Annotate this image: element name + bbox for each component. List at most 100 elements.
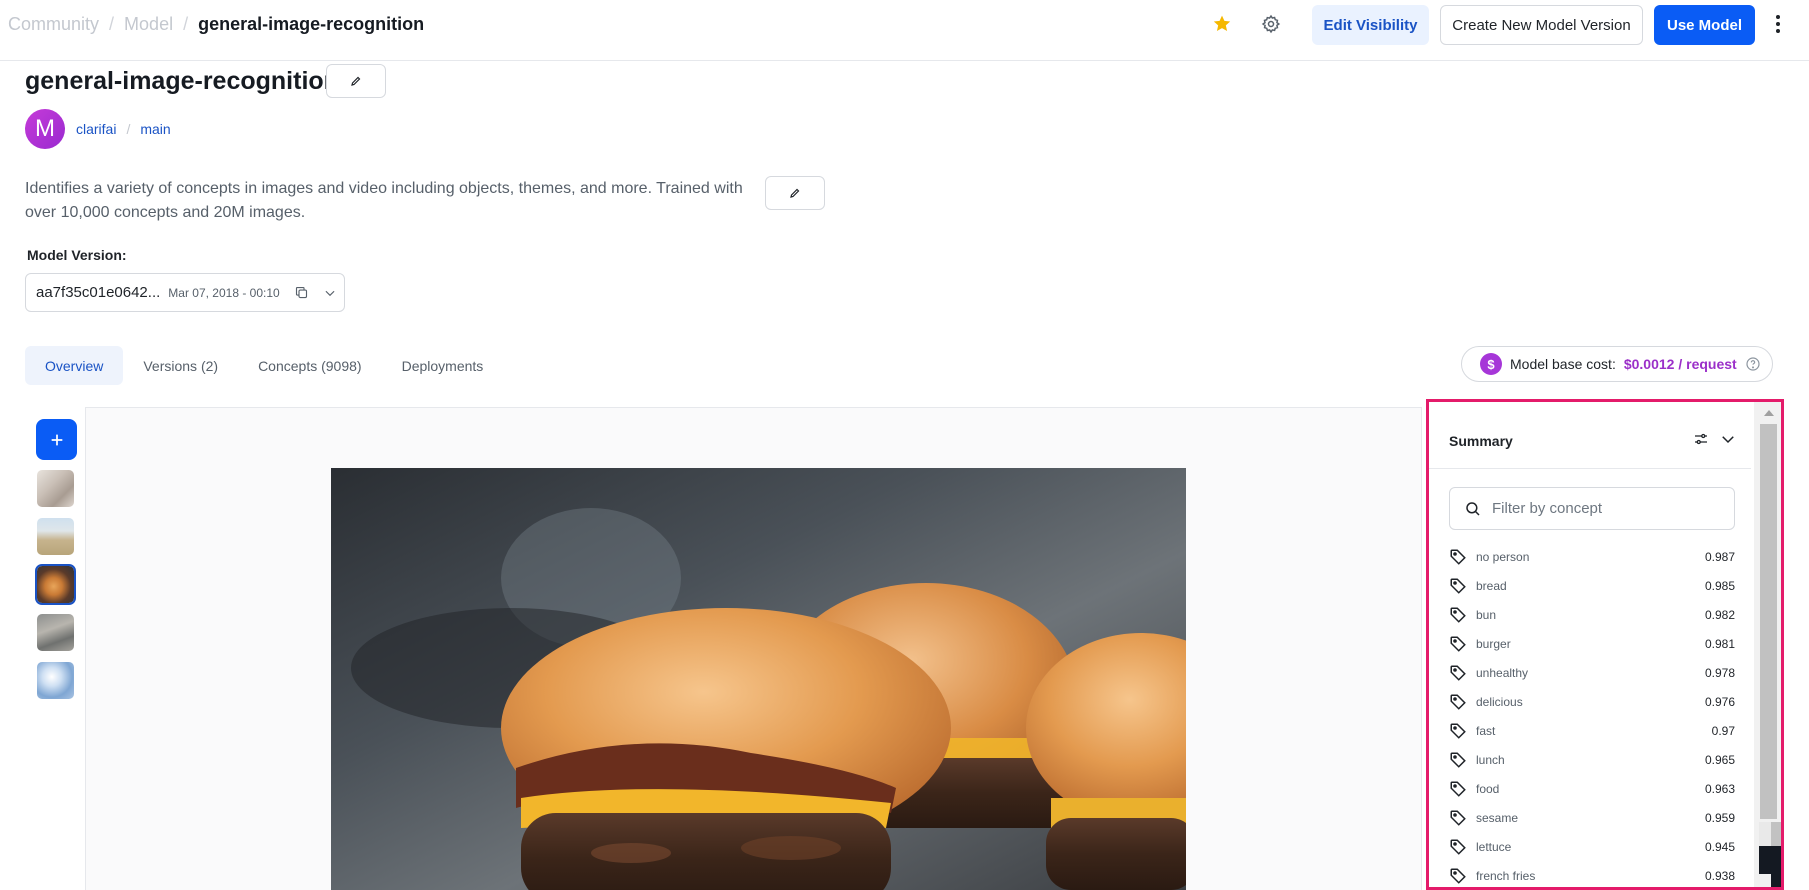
cost-value: $0.0012 / request: [1623, 356, 1737, 372]
page-title: general-image-recognition: [25, 67, 339, 95]
tab-bar: Overview Versions (2) Concepts (9098) De…: [25, 346, 503, 385]
concept-filter-field[interactable]: [1449, 487, 1735, 530]
concept-name: burger: [1476, 636, 1511, 651]
burger-photo: [331, 468, 1186, 890]
model-cost-pill: $ Model base cost: $0.0012 / request: [1461, 346, 1773, 382]
more-options-icon[interactable]: [1768, 10, 1788, 38]
model-version-select[interactable]: aa7f35c01e0642... Mar 07, 2018 - 00:10: [25, 273, 345, 312]
use-model-button[interactable]: Use Model: [1654, 5, 1755, 45]
thumbnail-interior[interactable]: [37, 470, 74, 507]
main-image: [331, 468, 1186, 890]
owner-breadcrumb: clarifai / main: [76, 121, 171, 137]
tag-icon: [1449, 548, 1467, 566]
tag-icon: [1449, 751, 1467, 769]
scrollbar-artifact: [1771, 822, 1781, 846]
concept-score: 0.965: [1704, 752, 1735, 767]
thumbnail-sky[interactable]: [37, 662, 74, 699]
tag-icon: [1449, 838, 1467, 856]
concept-list: no person 0.987 bread 0.985 bun 0.982 bu…: [1449, 542, 1735, 887]
concept-score: 0.959: [1704, 810, 1735, 825]
tag-icon: [1449, 780, 1467, 798]
list-item[interactable]: lettuce 0.945: [1449, 832, 1735, 861]
scrollbar-thumb[interactable]: [1760, 424, 1777, 819]
list-item[interactable]: lunch 0.965: [1449, 745, 1735, 774]
concept-name: food: [1476, 781, 1500, 796]
owner-link[interactable]: clarifai: [76, 121, 116, 137]
gear-icon[interactable]: [1257, 10, 1285, 38]
model-version-id: aa7f35c01e0642...: [36, 284, 161, 301]
scrollbar[interactable]: [1754, 402, 1784, 887]
help-icon[interactable]: [1745, 356, 1761, 372]
thumbnail-field[interactable]: [37, 518, 74, 555]
list-item[interactable]: bun 0.982: [1449, 600, 1735, 629]
list-item[interactable]: fast 0.97: [1449, 716, 1735, 745]
copy-icon[interactable]: [294, 285, 309, 300]
tab-versions[interactable]: Versions (2): [123, 346, 238, 385]
edit-visibility-button[interactable]: Edit Visibility: [1312, 5, 1429, 45]
concept-name: lettuce: [1476, 839, 1512, 854]
avatar[interactable]: M: [25, 109, 65, 149]
summary-title: Summary: [1449, 433, 1513, 449]
thumbnail-street[interactable]: [37, 614, 74, 651]
list-item[interactable]: french fries 0.938: [1449, 861, 1735, 887]
scrollbar-artifact: [1781, 822, 1784, 846]
tag-icon: [1449, 664, 1467, 682]
concept-score: 0.985: [1704, 578, 1735, 593]
create-new-model-version-button[interactable]: Create New Model Version: [1440, 5, 1643, 45]
concept-score: 0.978: [1704, 665, 1735, 680]
tag-icon: [1449, 635, 1467, 653]
thumbnail-burgers[interactable]: [35, 564, 76, 605]
concept-score: 0.938: [1704, 868, 1735, 883]
app-link[interactable]: main: [140, 121, 170, 137]
model-version-label: Model Version:: [27, 247, 127, 263]
sliders-icon[interactable]: [1692, 430, 1710, 448]
tag-icon: [1449, 693, 1467, 711]
list-item[interactable]: food 0.963: [1449, 774, 1735, 803]
pencil-icon: [351, 76, 361, 86]
list-item[interactable]: burger 0.981: [1449, 629, 1735, 658]
summary-panel: Summary no person 0.987 bread 0.985 bun …: [1426, 399, 1784, 890]
concept-name: french fries: [1476, 868, 1536, 883]
concept-score: 0.976: [1704, 694, 1735, 709]
tag-icon: [1449, 867, 1467, 885]
summary-header: Summary: [1429, 402, 1751, 469]
list-item[interactable]: no person 0.987: [1449, 542, 1735, 571]
list-item[interactable]: unhealthy 0.978: [1449, 658, 1735, 687]
tab-concepts[interactable]: Concepts (9098): [238, 346, 382, 385]
concept-name: delicious: [1476, 694, 1523, 709]
tag-icon: [1449, 722, 1467, 740]
owner-separator: /: [126, 121, 131, 137]
chevron-down-icon[interactable]: [1719, 430, 1737, 448]
tab-overview[interactable]: Overview: [25, 346, 124, 385]
concept-name: bun: [1476, 607, 1497, 622]
concept-name: unhealthy: [1476, 665, 1529, 680]
scrollbar-artifact: [1759, 822, 1771, 846]
tag-icon: [1449, 809, 1467, 827]
top-bar: Community / Model / general-image-recogn…: [0, 0, 1809, 61]
breadcrumb-community[interactable]: Community: [8, 14, 99, 35]
plus-icon: [51, 434, 62, 445]
pencil-icon: [790, 188, 800, 198]
add-input-button[interactable]: [36, 419, 77, 460]
model-version-date: Mar 07, 2018 - 00:10: [168, 285, 280, 300]
list-item[interactable]: delicious 0.976: [1449, 687, 1735, 716]
concept-score: 0.987: [1704, 549, 1735, 564]
concept-name: bread: [1476, 578, 1507, 593]
scroll-up-arrow-icon[interactable]: [1764, 410, 1774, 416]
breadcrumb-separator: /: [183, 14, 189, 34]
edit-title-button[interactable]: [326, 64, 386, 98]
model-description: Identifies a variety of concepts in imag…: [25, 180, 743, 221]
chevron-down-icon[interactable]: [323, 286, 337, 300]
breadcrumb-model[interactable]: Model: [124, 14, 173, 35]
star-icon[interactable]: [1209, 11, 1235, 37]
concept-filter-input[interactable]: [1492, 500, 1722, 517]
concept-name: lunch: [1476, 752, 1505, 767]
list-item[interactable]: bread 0.985: [1449, 571, 1735, 600]
concept-name: fast: [1476, 723, 1496, 738]
list-item[interactable]: sesame 0.959: [1449, 803, 1735, 832]
breadcrumb: Community / Model / general-image-recogn…: [8, 14, 424, 35]
tab-deployments[interactable]: Deployments: [382, 346, 504, 385]
edit-description-button[interactable]: [765, 176, 825, 210]
search-icon: [1466, 501, 1480, 516]
concept-score: 0.982: [1704, 607, 1735, 622]
